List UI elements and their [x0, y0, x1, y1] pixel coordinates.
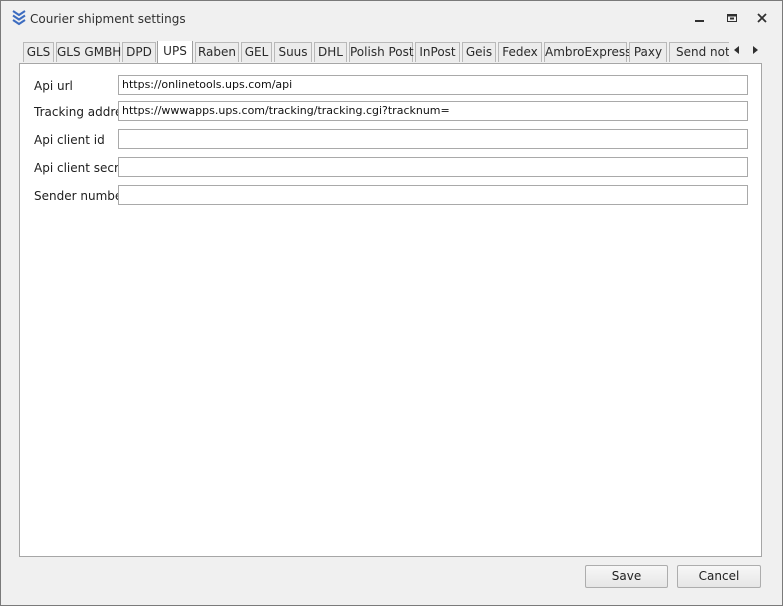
save-button[interactable]: Save [585, 565, 668, 588]
window-title: Courier shipment settings [30, 12, 186, 26]
tab-suus[interactable]: Suus [274, 42, 312, 62]
restore-icon[interactable] [721, 9, 743, 27]
tab-send-notifications[interactable]: Send notifi [669, 42, 729, 62]
tab-gls-gmbh[interactable]: GLS GMBH [56, 42, 121, 62]
courier-tabstrip: GLS GLS GMBH DPD UPS Raben GEL Suus DHL … [23, 41, 729, 63]
cancel-button[interactable]: Cancel [677, 565, 761, 588]
scroll-left-icon[interactable] [730, 43, 744, 57]
tracking-address-field[interactable]: https://wwwapps.ups.com/tracking/trackin… [118, 101, 748, 121]
api-url-label: Api url [34, 79, 73, 93]
scroll-right-icon[interactable] [748, 43, 762, 57]
tab-gls[interactable]: GLS [23, 42, 54, 62]
tab-ambroexpress[interactable]: AmbroExpress [544, 42, 631, 62]
api-url-field[interactable]: https://onlinetools.ups.com/api [118, 75, 748, 95]
tab-polish-post[interactable]: Polish Post [349, 42, 414, 62]
api-client-id-field[interactable] [118, 129, 748, 149]
tab-raben[interactable]: Raben [195, 42, 239, 62]
title-bar[interactable]: Courier shipment settings [1, 1, 782, 35]
tab-gel[interactable]: GEL [241, 42, 272, 62]
close-icon[interactable] [751, 9, 773, 27]
api-client-id-label: Api client id [34, 133, 105, 147]
chevron-layers-icon [11, 10, 27, 26]
api-client-secret-field[interactable] [118, 157, 748, 177]
tab-dpd[interactable]: DPD [122, 42, 156, 62]
tab-fedex[interactable]: Fedex [498, 42, 542, 62]
minimize-icon[interactable] [689, 9, 711, 27]
tab-dhl[interactable]: DHL [314, 42, 347, 62]
api-client-secret-label: Api client secret [34, 161, 131, 175]
sender-number-label: Sender number [34, 189, 128, 203]
sender-number-field[interactable] [118, 185, 748, 205]
tab-paxy[interactable]: Paxy [629, 42, 667, 62]
tab-inpost[interactable]: InPost [415, 42, 460, 62]
ups-settings-panel: Api url https://onlinetools.ups.com/api … [19, 63, 762, 557]
tab-ups[interactable]: UPS [157, 41, 193, 63]
tab-geis[interactable]: Geis [462, 42, 496, 62]
settings-window: Courier shipment settings GLS GLS GMBH D… [0, 0, 783, 606]
